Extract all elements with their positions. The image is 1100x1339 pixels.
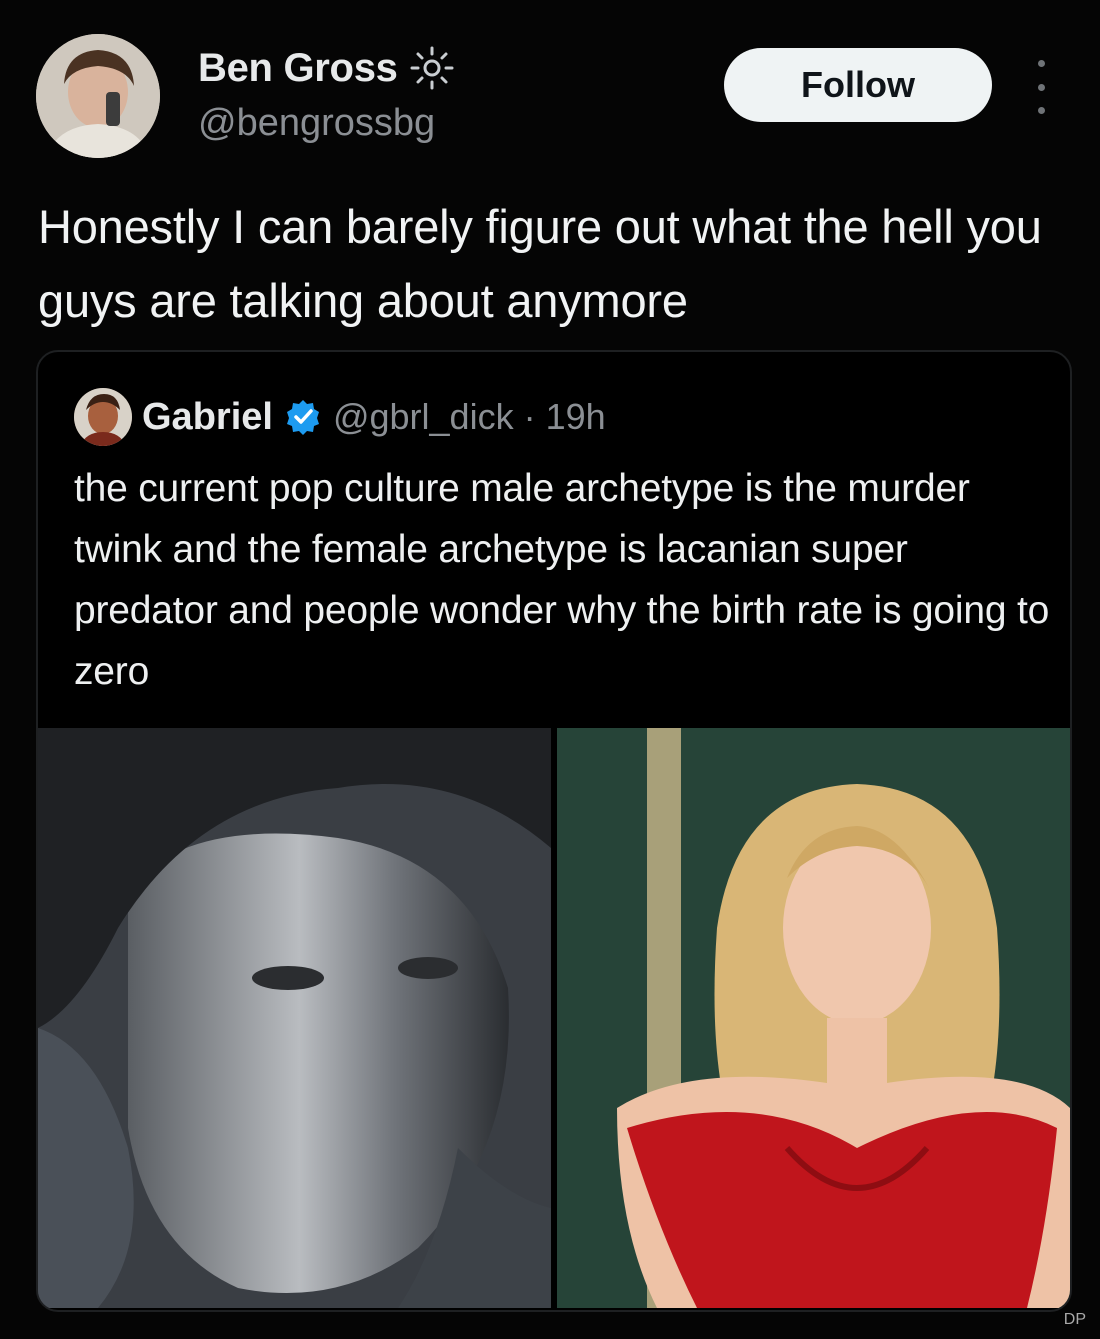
tweet-text: Honestly I can barely figure out what th… xyxy=(38,200,1042,327)
photo-left[interactable] xyxy=(38,728,551,1308)
author-handle[interactable]: @bengrossbg xyxy=(198,102,435,145)
photo-right[interactable] xyxy=(557,728,1070,1308)
quoted-tweet[interactable]: Gabriel @gbrl_dick · 19h the current pop… xyxy=(36,350,1072,1312)
quoted-tweet-header: Gabriel @gbrl_dick · 19h xyxy=(74,388,606,446)
quoted-tweet-media xyxy=(38,728,1070,1308)
watermark: DP xyxy=(1063,1311,1086,1328)
quoted-tweet-time[interactable]: · 19h xyxy=(524,396,606,438)
author-avatar[interactable] xyxy=(36,34,160,158)
sun-icon xyxy=(408,44,456,92)
quoted-author-handle[interactable]: @gbrl_dick xyxy=(333,396,514,438)
quoted-avatar-image xyxy=(74,388,132,446)
photo-right-image xyxy=(557,728,1070,1308)
avatar-image xyxy=(36,34,160,158)
author-name[interactable]: Ben Gross xyxy=(198,46,398,91)
quoted-author-avatar[interactable] xyxy=(74,388,132,446)
follow-button[interactable]: Follow xyxy=(724,48,992,122)
quoted-author-name[interactable]: Gabriel xyxy=(142,396,273,439)
quoted-tweet-text: the current pop culture male archetype i… xyxy=(74,467,1050,693)
more-dots-icon[interactable] xyxy=(1026,60,1056,114)
verified-badge-icon xyxy=(283,397,323,437)
tweet-card: Ben Gross @bengrossbg Follow Honestly I … xyxy=(0,0,1100,1339)
photo-left-image xyxy=(38,728,551,1308)
author-name-row: Ben Gross xyxy=(198,44,456,92)
